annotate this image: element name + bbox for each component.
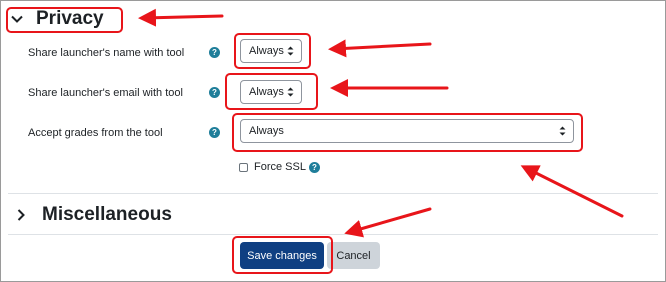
chevron-right-icon [14,208,28,222]
annotation-box-share-name [234,33,311,69]
misc-title: Miscellaneous [42,204,172,225]
cancel-button[interactable]: Cancel [327,242,380,269]
annotation-box-save [232,236,333,274]
help-icon[interactable]: ? [209,127,220,138]
section-divider [8,193,658,194]
help-icon[interactable]: ? [309,162,320,173]
accept-grades-label: Accept grades from the tool [28,127,163,139]
force-ssl-label: Force SSL [254,161,306,173]
annotation-box-share-email [225,73,318,110]
annotation-box-privacy [6,7,123,33]
misc-section-header[interactable]: Miscellaneous [14,202,172,228]
help-icon[interactable]: ? [209,47,220,58]
help-icon[interactable]: ? [209,87,220,98]
section-divider [8,234,658,235]
share-name-label: Share launcher's name with tool [28,47,185,59]
annotation-box-accept-grades [232,113,583,152]
share-email-label: Share launcher's email with tool [28,87,183,99]
force-ssl-checkbox[interactable] [239,163,248,172]
